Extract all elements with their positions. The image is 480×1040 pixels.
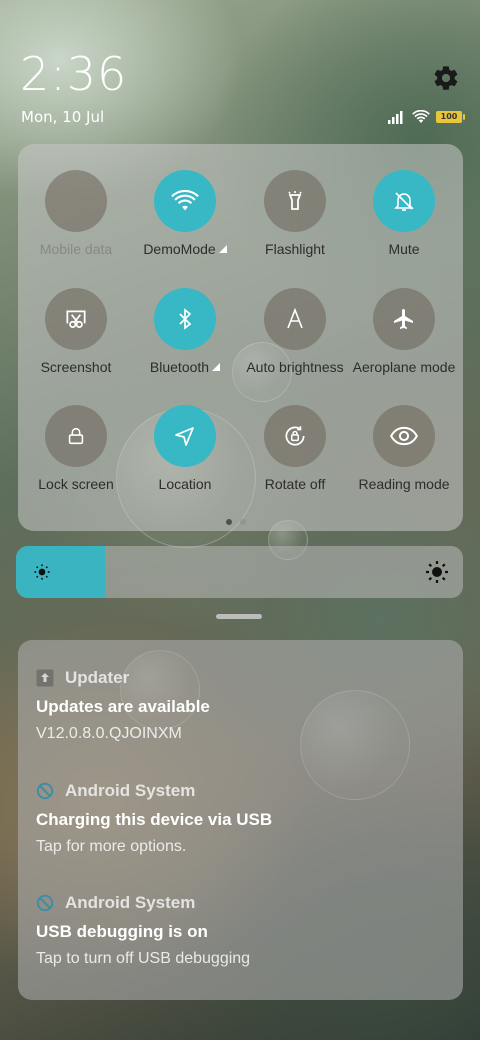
signal-icon	[388, 111, 403, 124]
tile-reading-mode[interactable]: Reading mode	[349, 405, 459, 492]
page-indicator[interactable]	[226, 519, 246, 525]
tile-label: Reading mode	[358, 476, 450, 492]
notification-usb-debugging[interactable]: Android System USB debugging is on Tap t…	[36, 891, 446, 968]
notification-app-name: Updater	[65, 668, 130, 687]
tile-label: DemoMode	[143, 241, 216, 257]
tile-label: Rotate off	[264, 476, 326, 492]
brightness-high-icon	[426, 561, 448, 583]
rotate-lock-icon[interactable]	[264, 405, 326, 467]
notification-usb-charging[interactable]: Android System Charging this device via …	[36, 779, 446, 856]
drag-handle[interactable]	[216, 614, 262, 619]
screenshot-icon[interactable]	[45, 288, 107, 350]
expand-arrow-icon[interactable]	[218, 245, 227, 253]
mobile-data-icon[interactable]	[45, 170, 107, 232]
tile-label: Bluetooth	[149, 359, 210, 375]
status-icons: 100	[388, 108, 465, 126]
tile-lock-screen[interactable]: Lock screen	[21, 405, 131, 492]
wifi-icon[interactable]	[154, 170, 216, 232]
tile-auto-brightness[interactable]: Auto brightness	[240, 288, 350, 375]
notification-app-name: Android System	[65, 781, 196, 800]
tile-rotate-off[interactable]: Rotate off	[240, 405, 350, 492]
tile-label: Mobile data	[39, 241, 113, 257]
tile-label: Mute	[388, 241, 420, 257]
tile-label: Lock screen	[38, 476, 114, 492]
bluetooth-icon[interactable]	[154, 288, 216, 350]
android-system-icon	[36, 782, 54, 800]
notification-text: V12.0.8.0.QJOINXM	[36, 725, 182, 742]
tile-location[interactable]: Location	[130, 405, 240, 492]
brightness-low-icon	[34, 564, 50, 580]
page-dot[interactable]	[240, 519, 246, 525]
notification-title: USB debugging is on	[36, 922, 208, 941]
updater-icon	[36, 669, 54, 687]
brightness-level-fill	[16, 546, 106, 598]
tile-demomode[interactable]: DemoMode	[130, 170, 240, 257]
notification-text: Tap to turn off USB debugging	[36, 950, 251, 967]
notification-app-name: Android System	[65, 893, 196, 912]
gear-icon[interactable]	[432, 64, 460, 92]
brightness-slider[interactable]	[16, 546, 463, 598]
notification-text: Tap for more options.	[36, 838, 187, 855]
date[interactable]: Mon, 10 Jul	[21, 108, 104, 126]
airplane-icon[interactable]	[373, 288, 435, 350]
tile-aeroplane-mode[interactable]: Aeroplane mode	[349, 288, 459, 375]
lock-icon[interactable]	[45, 405, 107, 467]
clock[interactable]: 2:36	[20, 48, 127, 100]
tile-label: Auto brightness	[246, 359, 344, 375]
tile-label: Screenshot	[40, 359, 112, 375]
page-dot-active[interactable]	[226, 519, 232, 525]
tile-label: Location	[158, 476, 212, 492]
wifi-icon	[412, 110, 430, 123]
flashlight-icon[interactable]	[264, 170, 326, 232]
notification-updater[interactable]: Updater Updates are available V12.0.8.0.…	[36, 666, 446, 743]
android-system-icon	[36, 894, 54, 912]
tile-screenshot[interactable]: Screenshot	[21, 288, 131, 375]
notification-title: Charging this device via USB	[36, 810, 273, 829]
bell-off-icon[interactable]	[373, 170, 435, 232]
tile-flashlight[interactable]: Flashlight	[240, 170, 350, 257]
tile-label: Flashlight	[265, 241, 325, 257]
eye-icon[interactable]	[373, 405, 435, 467]
notification-title: Updates are available	[36, 697, 210, 716]
tile-mute[interactable]: Mute	[349, 170, 459, 257]
tile-mobile-data[interactable]: Mobile data	[21, 170, 131, 257]
expand-arrow-icon[interactable]	[212, 363, 221, 371]
auto-brightness-icon[interactable]	[264, 288, 326, 350]
tile-label: Aeroplane mode	[352, 359, 456, 375]
battery-indicator: 100	[436, 111, 465, 123]
location-icon[interactable]	[154, 405, 216, 467]
tile-bluetooth[interactable]: Bluetooth	[130, 288, 240, 375]
